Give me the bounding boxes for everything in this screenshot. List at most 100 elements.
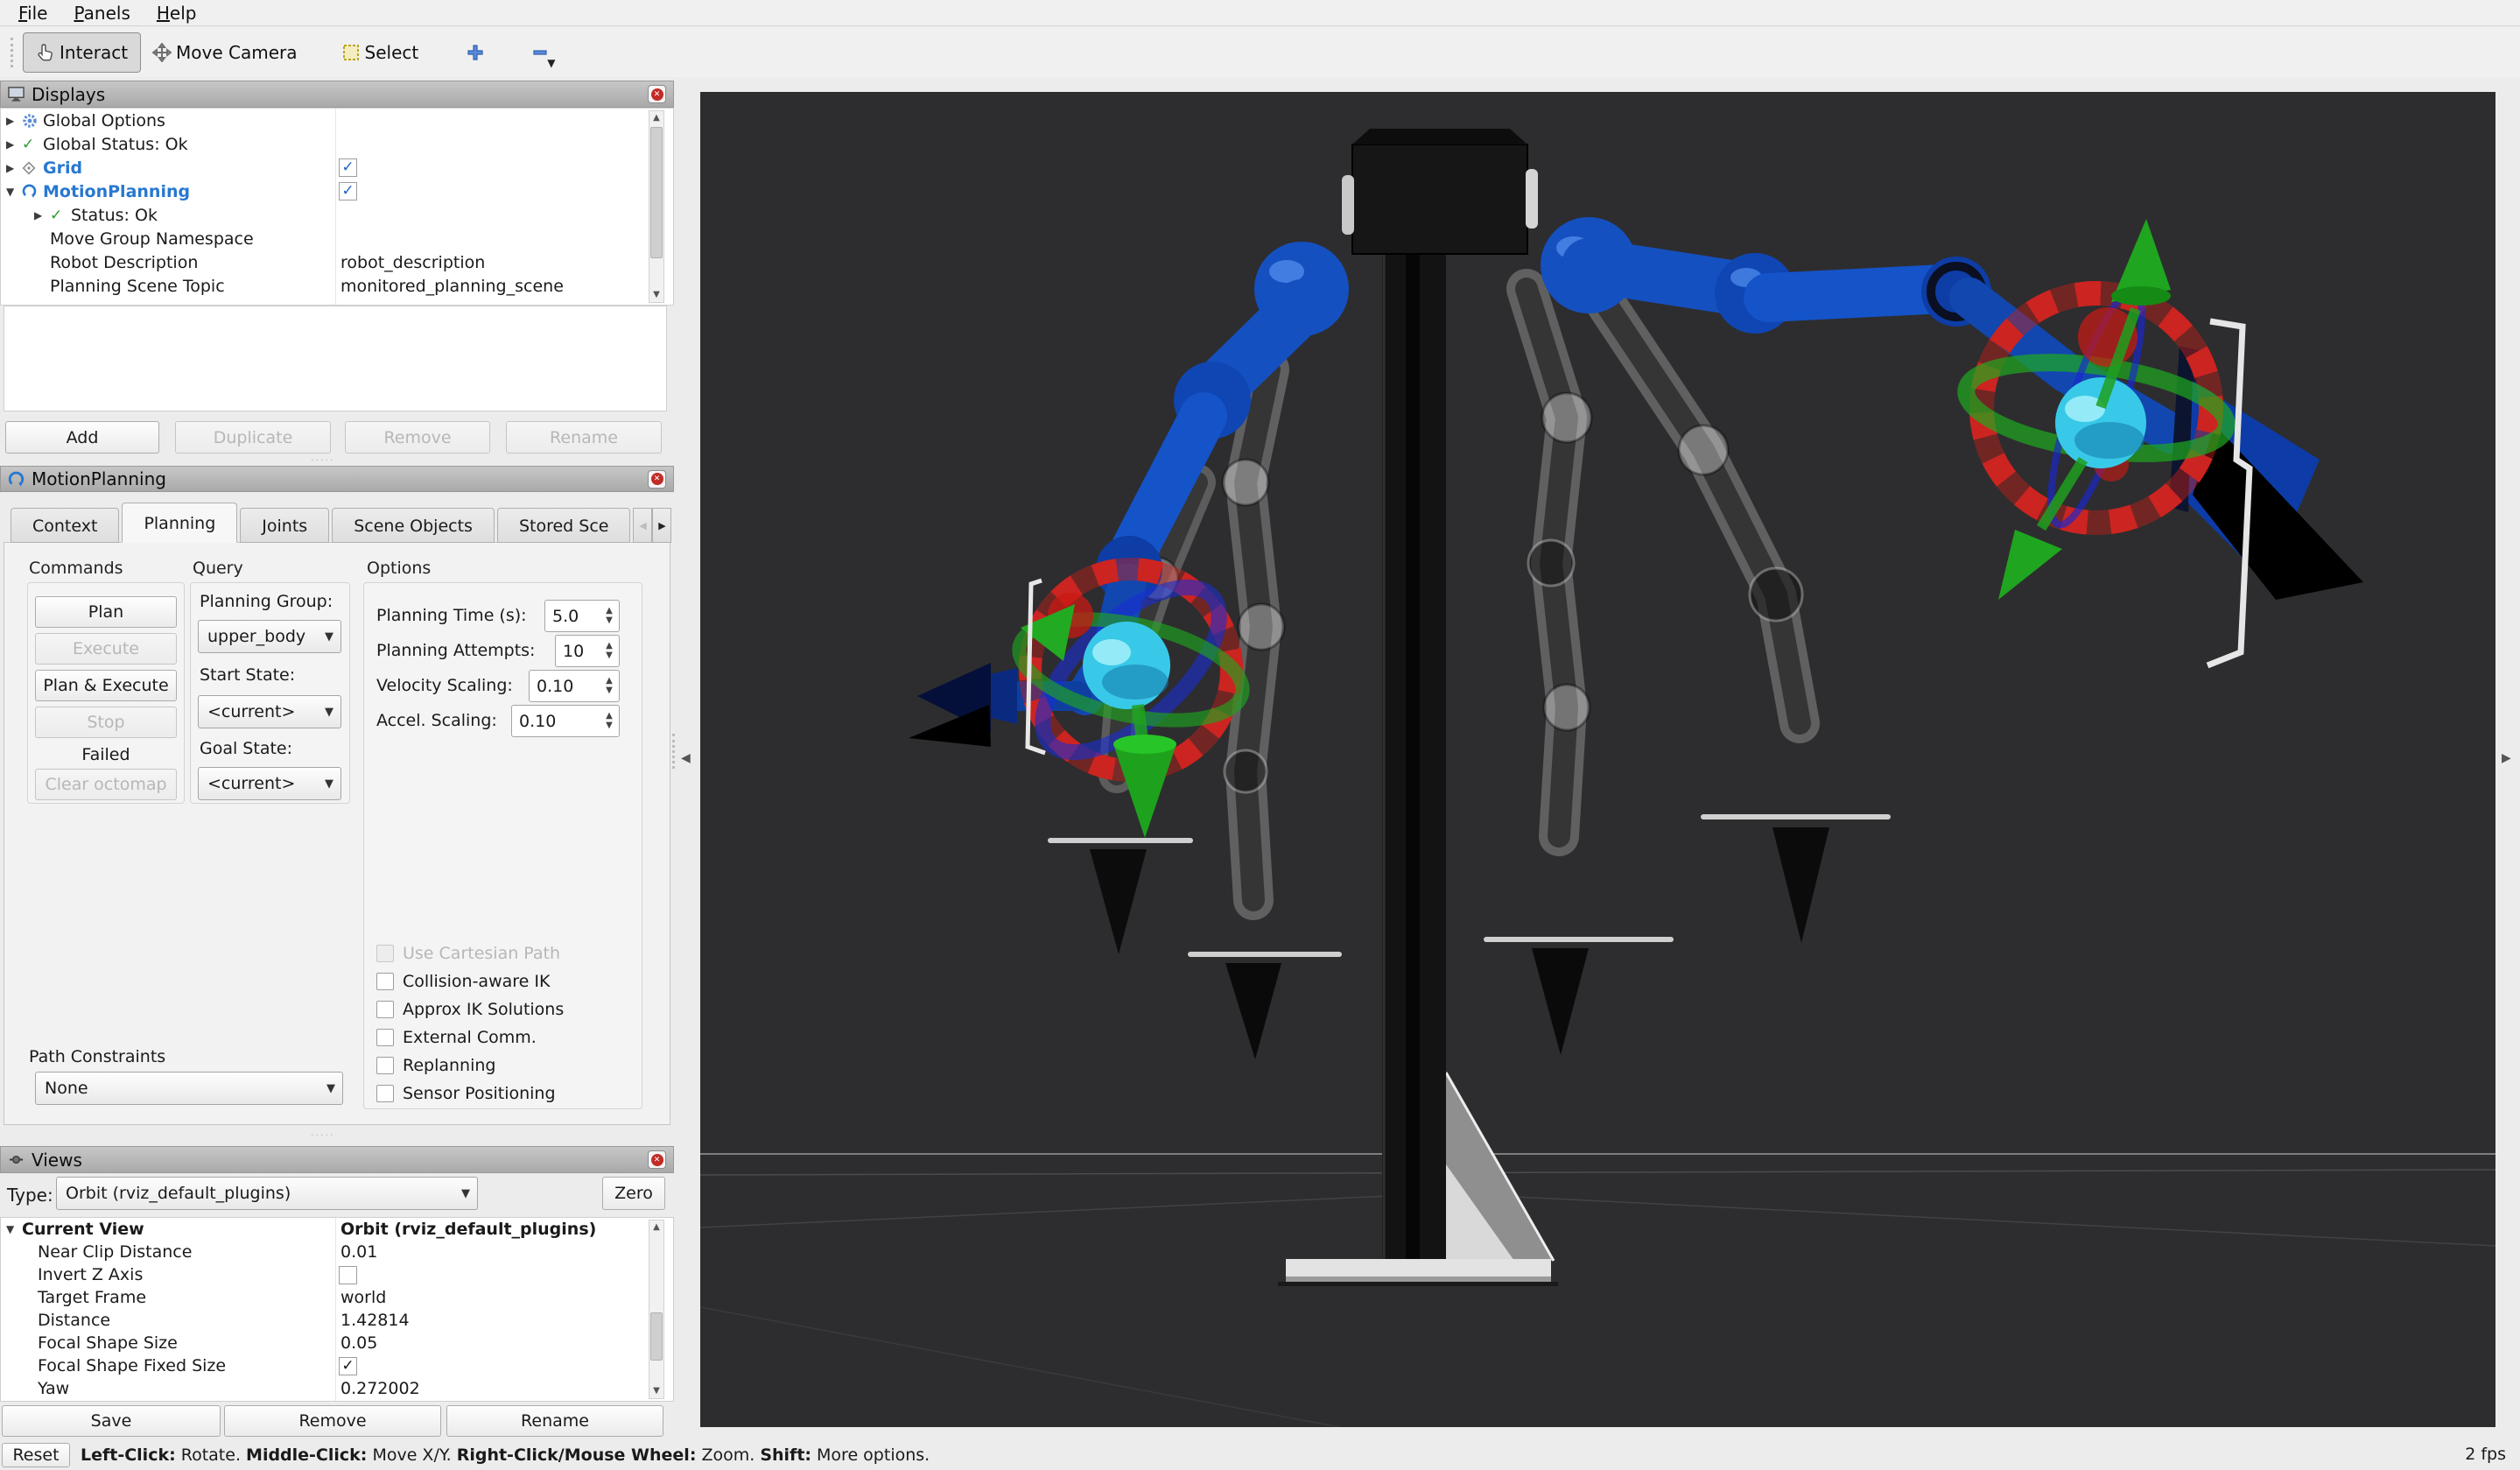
views-scrollbar[interactable]: ▲ ▼ [649,1220,664,1399]
tab-joints[interactable]: Joints [240,508,329,543]
reset-button[interactable]: Reset [2,1443,70,1467]
tree-row-target-frame[interactable]: Target Frame world [1,1286,673,1309]
expander-icon[interactable]: ▶ [6,162,22,174]
tree-row-focal-shape-fixed[interactable]: Focal Shape Fixed Size ✓ [1,1354,673,1377]
expander-icon[interactable]: ▶ [6,115,22,127]
tree-row-grid[interactable]: ▶ Grid ✓ [1,156,673,179]
goal-state-select[interactable]: <current> ▼ [198,767,341,800]
execute-button[interactable]: Execute [35,633,177,665]
expander-icon[interactable]: ▶ [34,209,50,222]
motionplanning-close-button[interactable]: ✕ [648,470,666,489]
panel-splitter-handle[interactable]: ····· [311,454,334,466]
tree-row-yaw[interactable]: Yaw 0.272002 [1,1377,673,1400]
tree-row-current-view[interactable]: ▼ Current View Orbit (rviz_default_plugi… [1,1218,673,1241]
collision-aware-ik-option[interactable]: Collision-aware IK [376,972,550,991]
viewport-3d[interactable] [700,92,2495,1427]
path-constraints-select[interactable]: None ▼ [35,1072,343,1105]
motionplanning-enabled-checkbox[interactable]: ✓ [339,182,357,200]
focus-camera-tool-button[interactable] [454,33,496,72]
expander-icon[interactable]: ▶ [6,138,22,151]
view-type-select[interactable]: Orbit (rviz_default_plugins) ▼ [56,1177,478,1210]
spin-up-icon[interactable]: ▲ [606,607,613,615]
panel-splitter-handle[interactable]: ····· [311,1129,334,1141]
clear-octomap-button[interactable]: Clear octomap [35,769,177,800]
scroll-up-icon[interactable]: ▲ [649,1220,663,1234]
spin-down-icon[interactable]: ▼ [606,686,613,695]
add-display-button[interactable]: Add [5,421,159,454]
save-view-button[interactable]: Save [2,1405,221,1437]
menu-help[interactable]: Help [144,2,210,25]
scroll-down-icon[interactable]: ▼ [649,288,663,302]
tree-row-status-ok[interactable]: ▶ ✓ Status: Ok [1,203,673,227]
motionplanning-panel-titlebar[interactable]: MotionPlanning ✕ [0,466,674,492]
zero-view-button[interactable]: Zero [602,1177,665,1210]
tree-row-move-group-namespace[interactable]: Move Group Namespace [1,227,673,250]
interact-tool-button[interactable]: Interact [23,32,141,73]
duplicate-display-button[interactable]: Duplicate [175,421,331,454]
menu-file[interactable]: File [5,2,60,25]
scrollbar-thumb[interactable] [650,1312,663,1361]
tree-row-global-status[interactable]: ▶ ✓ Global Status: Ok [1,132,673,156]
velocity-scaling-spinbox[interactable]: 0.10 ▲▼ [529,670,620,702]
checkbox-icon[interactable] [376,1057,394,1074]
rename-view-button[interactable]: Rename [446,1405,663,1437]
planning-time-spinbox[interactable]: 5.0 ▲▼ [544,600,620,632]
expander-icon[interactable]: ▼ [6,186,22,198]
remove-view-button[interactable]: Remove [224,1405,441,1437]
views-panel-titlebar[interactable]: Views ✕ [0,1146,674,1173]
tree-row-value[interactable]: monitored_planning_scene [340,277,564,296]
plan-and-execute-button[interactable]: Plan & Execute [35,670,177,701]
tree-row-focal-shape-size[interactable]: Focal Shape Size 0.05 [1,1332,673,1354]
checkbox-icon[interactable] [376,1001,394,1018]
tab-scroll-left-button[interactable]: ◀ [633,508,652,543]
tree-row-value[interactable]: world [340,1288,386,1307]
spin-down-icon[interactable]: ▼ [606,651,613,660]
tab-context[interactable]: Context [11,508,119,543]
move-camera-tool-button[interactable]: Move Camera [141,32,308,73]
spin-up-icon[interactable]: ▲ [606,642,613,651]
tree-row-motionplanning[interactable]: ▼ MotionPlanning ✓ [1,179,673,203]
checkbox-icon[interactable] [376,945,394,962]
scroll-down-icon[interactable]: ▼ [649,1384,663,1398]
rename-display-button[interactable]: Rename [506,421,662,454]
tab-stored-scenes[interactable]: Stored Sce [497,508,631,543]
accel-scaling-spinbox[interactable]: 0.10 ▲▼ [511,705,620,737]
replanning-option[interactable]: Replanning [376,1056,496,1075]
toolbar-drag-handle[interactable] [11,38,14,67]
tree-row-global-options[interactable]: ▶ Global Options [1,109,673,132]
menu-panels[interactable]: Panels [60,2,143,25]
spin-up-icon[interactable]: ▲ [606,677,613,686]
planning-group-select[interactable]: upper_body ▼ [198,620,341,653]
tree-row-value[interactable]: robot_description [340,253,485,272]
collapse-right-panel-arrow[interactable]: ▶ [2502,751,2511,765]
tree-row-planning-scene-topic[interactable]: Planning Scene Topic monitored_planning_… [1,274,673,298]
collapse-left-panel-arrow[interactable]: ◀ [681,751,691,765]
checkbox-icon[interactable] [376,973,394,990]
spin-up-icon[interactable]: ▲ [606,712,613,721]
tree-row-invert-z[interactable]: Invert Z Axis [1,1263,673,1286]
plan-button[interactable]: Plan [35,596,177,628]
tab-scroll-right-button[interactable]: ▶ [652,508,671,543]
remove-display-button[interactable]: Remove [345,421,490,454]
checkbox-icon[interactable] [376,1085,394,1102]
grid-enabled-checkbox[interactable]: ✓ [339,158,357,177]
expander-icon[interactable]: ▼ [6,1223,22,1235]
spin-down-icon[interactable]: ▼ [606,721,613,730]
tree-row-near-clip[interactable]: Near Clip Distance 0.01 [1,1241,673,1263]
select-tool-button[interactable]: Select [330,32,431,73]
invert-z-checkbox[interactable] [339,1266,357,1284]
tree-row-value[interactable]: 0.272002 [340,1379,420,1398]
tree-row-value[interactable]: 0.01 [340,1242,377,1262]
tool-menu-arrow[interactable]: ▼ [547,57,555,69]
tree-row-value[interactable]: 0.05 [340,1333,377,1353]
planning-attempts-spinbox[interactable]: 10 ▲▼ [555,635,620,667]
displays-panel-titlebar[interactable]: Displays ✕ [0,81,674,108]
use-cartesian-path-option[interactable]: Use Cartesian Path [376,944,560,963]
tree-row-robot-description[interactable]: Robot Description robot_description [1,250,673,274]
approx-ik-solutions-option[interactable]: Approx IK Solutions [376,1000,564,1019]
scroll-up-icon[interactable]: ▲ [649,111,663,125]
scrollbar-thumb[interactable] [650,127,663,258]
focal-shape-fixed-checkbox[interactable]: ✓ [339,1357,357,1375]
tab-planning[interactable]: Planning [122,503,237,543]
checkbox-icon[interactable] [376,1029,394,1046]
